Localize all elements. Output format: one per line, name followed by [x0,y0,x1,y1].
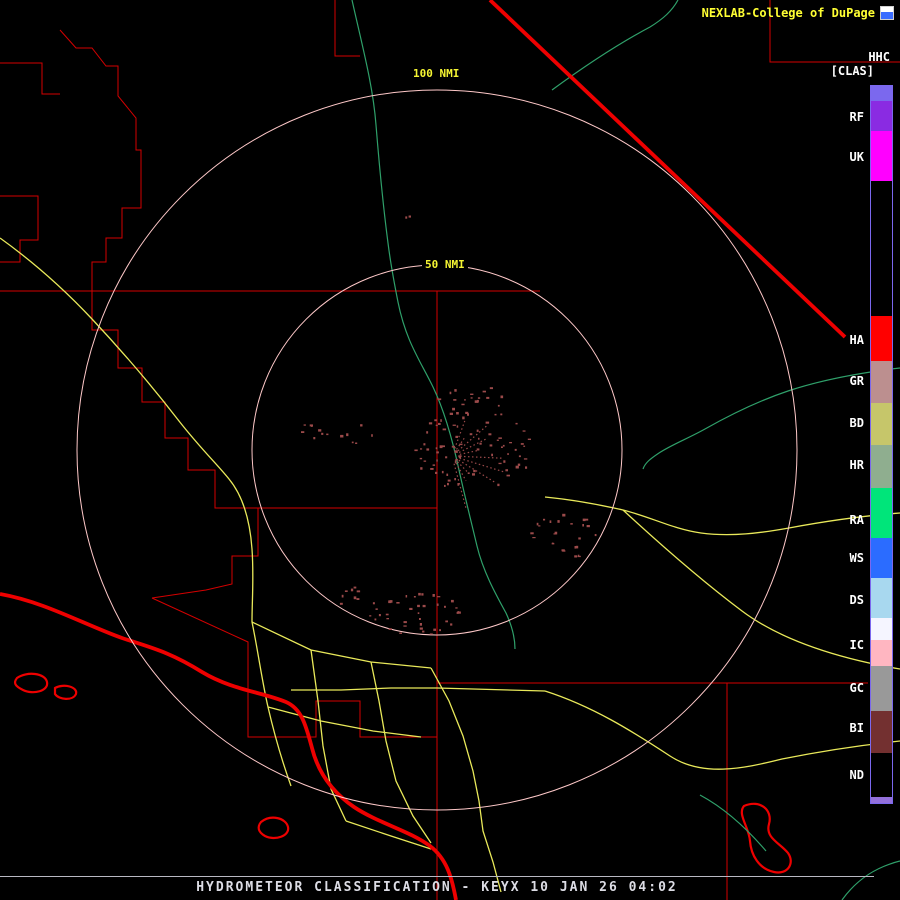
legend-label-HR: HR [849,458,864,472]
legend-label-WS: WS [849,551,864,565]
lake-outlines [13,672,792,874]
legend-colorbar-segment-7 [871,445,892,488]
interstate-highways [0,0,847,900]
status-divider [0,876,874,877]
legend-colorbar-segment-11 [871,618,892,640]
legend-label-GR: GR [849,374,864,388]
legend-colorbar-segment-2 [871,131,892,181]
range-ring-label-50nmi: 50 NMI [422,258,468,271]
legend-label-RA: RA [849,513,864,527]
status-bar-text: HYDROMETEOR CLASSIFICATION - KEYX 10 JAN… [196,880,678,895]
radar-map[interactable] [0,0,900,900]
legend-label-HA: HA [849,333,864,347]
legend-label-UK: UK [849,150,864,164]
radar-echoes [301,215,597,635]
cod-logo-icon [880,6,894,20]
legend-colorbar[interactable] [870,85,893,804]
site-title: NEXLAB-College of DuPage [701,6,875,20]
legend-colorbar-segment-8 [871,488,892,538]
legend-colorbar-segment-12 [871,640,892,666]
legend-colorbar-segment-3 [871,181,892,316]
legend-colorbar-segment-6 [871,403,892,445]
legend-colorbar-segment-5 [871,361,892,403]
legend-colorbar-segment-16 [871,797,892,803]
legend-label-DS: DS [849,593,864,607]
legend-colorbar-segment-0 [871,86,892,101]
legend-colorbar-segment-9 [871,538,892,578]
legend-colorbar-segment-14 [871,711,892,753]
legend-label-GC: GC [849,681,864,695]
legend-colorbar-segment-1 [871,101,892,131]
site-header: NEXLAB-College of DuPage [702,6,894,20]
legend-label-BD: BD [849,416,864,430]
range-ring-label-100nmi: 100 NMI [410,67,463,80]
legend-colorbar-segment-15 [871,753,892,797]
legend-colorbar-segment-10 [871,578,892,618]
legend-label-ND: ND [849,768,864,782]
rivers [351,0,900,900]
highways [0,237,900,893]
legend-colorbar-segment-4 [871,316,892,361]
legend-label-BI: BI [849,721,864,735]
county-borders [0,0,900,900]
legend-colorbar-segment-13 [871,666,892,711]
legend-label-IC: IC [849,638,864,652]
radar-app: 100 NMI 50 NMI NEXLAB-College of DuPage … [0,0,900,900]
legend-title: HHC [868,50,890,64]
legend-label-RF: RF [849,110,864,124]
legend-subtitle: [CLAS] [830,64,874,78]
